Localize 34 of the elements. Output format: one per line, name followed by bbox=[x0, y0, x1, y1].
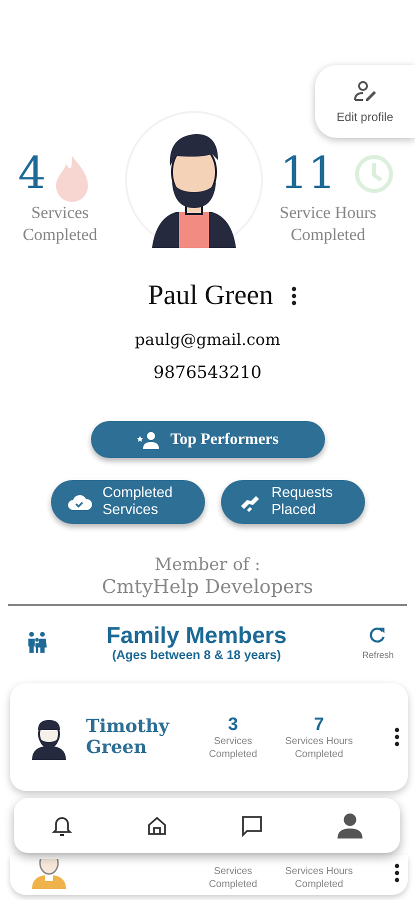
completed-services-button[interactable]: Completed Services bbox=[50, 480, 204, 524]
stat-value: 4 bbox=[18, 147, 46, 201]
member-name: Timothy Green bbox=[86, 716, 170, 758]
star-person-icon bbox=[136, 430, 160, 450]
stat-value: 11 bbox=[280, 147, 336, 201]
stat-label: Services Completed bbox=[22, 202, 98, 246]
user-email: paulg@gmail.com bbox=[134, 330, 282, 349]
person-edit-icon bbox=[352, 80, 378, 104]
edit-profile-button[interactable]: Edit profile bbox=[315, 65, 415, 138]
chat-icon[interactable] bbox=[240, 814, 264, 838]
section-title: Family Members bbox=[106, 622, 287, 648]
member-of-label: Member of : bbox=[154, 554, 262, 576]
services-label: Services Completed bbox=[208, 865, 258, 891]
group-name: CmtyHelp Developers bbox=[100, 576, 314, 598]
person-icon[interactable] bbox=[334, 810, 364, 840]
more-icon[interactable] bbox=[291, 286, 298, 306]
services-label: Services Completed bbox=[208, 735, 258, 761]
clock-icon bbox=[354, 154, 394, 194]
member-card[interactable]: Services Completed Services Hours Completed bbox=[10, 855, 408, 895]
hours-label: Services Hours Completed bbox=[284, 865, 354, 891]
requests-placed-button[interactable]: Requests Placed bbox=[220, 480, 364, 524]
stat-label: Service Hours Completed bbox=[278, 202, 378, 246]
hours-count: 7 bbox=[314, 713, 324, 735]
section-subtitle: (Ages between 8 & 18 years) bbox=[112, 648, 281, 662]
refresh-button[interactable]: Refresh bbox=[353, 624, 403, 660]
services-count: 3 bbox=[228, 713, 238, 735]
more-icon[interactable] bbox=[394, 863, 400, 883]
user-phone: 9876543210 bbox=[152, 363, 263, 383]
family-icon bbox=[26, 630, 48, 654]
hours-label: Services Hours Completed bbox=[284, 735, 354, 761]
user-name: Paul Green bbox=[148, 280, 274, 312]
member-card[interactable]: Timothy Green 3 Services Completed 7 Services Hours Completed bbox=[10, 683, 408, 791]
more-icon[interactable] bbox=[394, 727, 400, 747]
top-performers-button[interactable]: Top Performers bbox=[90, 421, 324, 458]
